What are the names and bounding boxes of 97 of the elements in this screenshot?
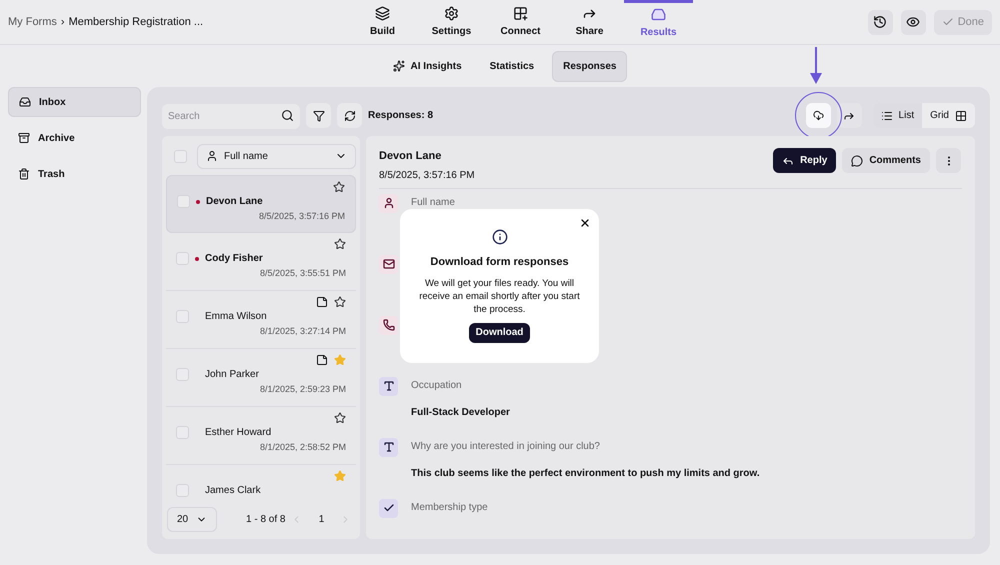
phone-icon	[379, 316, 398, 334]
reply-button[interactable]: Reply	[773, 148, 836, 173]
page-size-select[interactable]: 20	[167, 506, 217, 532]
response-date: 8/5/2025, 3:55:51 PM	[260, 267, 346, 280]
sidebar-item[interactable]: Trash	[8, 159, 141, 189]
person-icon	[379, 194, 398, 212]
select-all-checkbox[interactable]	[174, 150, 187, 162]
respondent-name: Emma Wilson	[205, 310, 267, 324]
row-checkbox[interactable]	[176, 310, 189, 323]
sparkles-icon	[392, 60, 405, 72]
respondent-name: Devon Lane	[206, 195, 263, 209]
check-icon	[942, 16, 954, 28]
breadcrumb-link[interactable]: My Forms	[8, 14, 57, 30]
refresh-icon	[344, 110, 356, 122]
sub-tab[interactable]: Responses	[552, 50, 628, 82]
history-icon	[873, 15, 888, 29]
sub-tab[interactable]: AI Insights	[382, 50, 472, 82]
responses-count: Responses: 8	[368, 109, 434, 123]
preview-button[interactable]	[900, 10, 926, 34]
nav-tab[interactable]: Connect	[486, 0, 555, 44]
view-option[interactable]: List	[872, 103, 922, 128]
breadcrumb-current: Membership Registration ...	[68, 14, 204, 30]
field-value: Full-Stack Developer	[411, 406, 510, 420]
filter-button[interactable]	[306, 103, 331, 128]
field-value: This club seems like the perfect environment to push my limits and grow.	[411, 466, 760, 480]
history-button[interactable]	[868, 10, 893, 34]
sidebar-item[interactable]: Inbox	[8, 87, 141, 117]
inbox-icon	[19, 96, 31, 108]
star-icon[interactable]	[334, 238, 346, 250]
text-icon	[379, 376, 398, 396]
field-label: Why are you interested in joining our club?	[411, 440, 601, 454]
comments-button[interactable]: Comments	[842, 148, 930, 173]
comment-icon	[851, 154, 864, 166]
response-row[interactable]: Cody Fisher 8/5/2025, 3:55:51 PM	[166, 233, 356, 291]
response-date: 8/1/2025, 2:59:23 PM	[260, 383, 346, 396]
grid-icon	[955, 110, 967, 122]
mail-icon	[379, 254, 398, 274]
download-button[interactable]	[806, 103, 831, 128]
person-icon	[206, 150, 218, 162]
breadcrumb-separator: ›	[60, 14, 65, 30]
info-icon	[492, 229, 508, 245]
inbox-icon	[651, 7, 666, 22]
respondent-name: Cody Fisher	[205, 252, 263, 266]
star-icon[interactable]	[333, 181, 345, 193]
close-icon[interactable]	[579, 217, 591, 229]
arrow-drawing	[809, 47, 823, 85]
star-icon[interactable]	[334, 296, 346, 308]
nav-tab[interactable]: Share	[555, 0, 624, 44]
field-label: Membership type	[411, 500, 488, 514]
sort-dropdown[interactable]: Full name	[197, 144, 356, 168]
download-confirm-button[interactable]: Download	[468, 322, 530, 342]
nav-tab[interactable]: Build	[348, 0, 417, 44]
eye-icon	[906, 15, 920, 29]
nav-tab[interactable]: Settings	[417, 0, 486, 44]
response-row[interactable]: Esther Howard 8/1/2025, 2:58:52 PM	[166, 407, 356, 465]
page-number[interactable]: 1	[308, 512, 334, 526]
detail-date: 8/5/2025, 3:57:16 PM	[379, 168, 475, 182]
sub-tab[interactable]: Statistics	[480, 50, 544, 82]
star-icon[interactable]	[334, 354, 346, 366]
dialog-title: Download form responses	[430, 255, 569, 270]
row-checkbox[interactable]	[177, 195, 190, 208]
text-icon	[379, 438, 398, 456]
check-icon	[379, 498, 398, 518]
nav-tab[interactable]: Results	[624, 0, 693, 44]
response-row[interactable]: James Clark	[166, 465, 356, 503]
page-range: 1 - 8 of 8	[246, 512, 286, 526]
star-icon[interactable]	[334, 470, 346, 482]
response-date: 8/5/2025, 3:57:16 PM	[258, 210, 345, 223]
field-label: Occupation	[411, 378, 463, 392]
forward-button[interactable]	[836, 103, 862, 128]
refresh-button[interactable]	[337, 103, 362, 128]
response-row[interactable]: John Parker 8/1/2025, 2:59:23 PM	[166, 349, 356, 407]
sidebar-item[interactable]: Archive	[8, 123, 141, 153]
row-checkbox[interactable]	[176, 252, 189, 265]
response-row[interactable]: Devon Lane 8/5/2025, 3:57:16 PM	[166, 175, 356, 233]
filter-icon	[312, 110, 324, 122]
response-date: 8/1/2025, 3:27:14 PM	[260, 325, 346, 338]
response-date: 8/1/2025, 2:58:52 PM	[260, 441, 346, 454]
dialog-message: We will get your files ready. You will receive an email shortly after you start the process.	[418, 276, 581, 316]
grid-plus-icon	[513, 6, 528, 20]
response-row[interactable]: Emma Wilson 8/1/2025, 3:27:14 PM	[166, 291, 356, 349]
cloud-download-icon	[812, 110, 824, 121]
layers-icon	[375, 6, 390, 20]
search-field[interactable]: Search	[162, 104, 300, 129]
respondent-name: James Clark	[205, 484, 261, 498]
field-label: Full name	[411, 196, 455, 210]
trash-icon	[18, 168, 30, 180]
search-icon[interactable]	[281, 109, 294, 122]
settings-icon	[444, 6, 459, 20]
star-icon[interactable]	[334, 412, 346, 424]
archive-icon	[18, 132, 30, 144]
detail-name: Devon Lane	[379, 149, 442, 164]
respondent-name: John Parker	[205, 368, 259, 382]
row-checkbox[interactable]	[176, 368, 189, 381]
respondent-name: Esther Howard	[205, 426, 272, 440]
row-checkbox[interactable]	[176, 484, 189, 497]
row-checkbox[interactable]	[176, 426, 189, 439]
